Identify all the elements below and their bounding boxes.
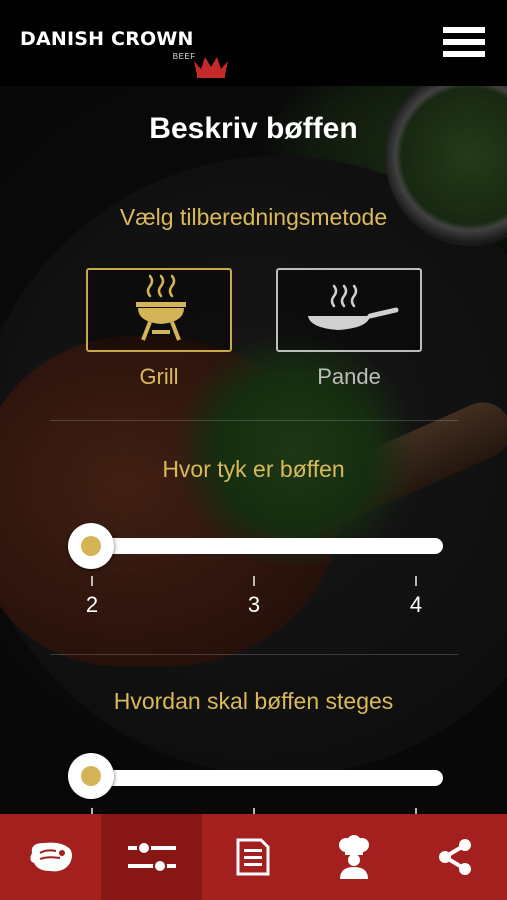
hamburger-line <box>443 39 485 45</box>
divider <box>50 420 458 421</box>
sliders-icon <box>127 841 176 873</box>
brand-logo[interactable]: DANISH CROWN BEEF <box>20 28 228 78</box>
thickness-tick <box>415 576 417 586</box>
grill-icon <box>136 274 186 341</box>
steak-icon <box>29 842 72 872</box>
share-icon <box>438 839 471 875</box>
thickness-tick-label: 4 <box>409 592 423 617</box>
tab-document[interactable] <box>202 814 303 900</box>
doneness-slider-track[interactable] <box>80 770 443 786</box>
menu-button[interactable] <box>443 27 485 59</box>
hamburger-line <box>443 51 485 57</box>
chef-icon <box>338 835 369 879</box>
tab-steak[interactable] <box>0 814 101 900</box>
method-grill-label: Grill <box>139 364 179 389</box>
doneness-slider-knob[interactable] <box>68 753 114 799</box>
divider <box>50 654 458 655</box>
hamburger-icon <box>443 27 485 33</box>
pan-icon <box>308 284 399 330</box>
tab-settings[interactable] <box>101 814 202 900</box>
thickness-slider-knob[interactable] <box>68 523 114 569</box>
thickness-tick <box>91 576 93 586</box>
document-icon <box>236 838 269 876</box>
page-title: Beskriv bøffen <box>149 112 358 145</box>
thickness-tick <box>253 576 255 586</box>
crown-icon <box>194 57 228 78</box>
thickness-tick-label: 3 <box>247 592 261 617</box>
bottom-tab-bar <box>0 814 507 900</box>
method-pan-button[interactable] <box>276 268 422 352</box>
brand-name: DANISH CROWN <box>20 28 194 50</box>
thickness-slider-track[interactable] <box>80 538 443 554</box>
steak-form: Beskriv bøffen Vælg tilberedningsmetode … <box>0 86 507 814</box>
thickness-label: Hvor tyk er bøffen <box>162 456 345 482</box>
tab-chef[interactable] <box>303 814 404 900</box>
cooking-method-label: Vælg tilberedningsmetode <box>119 204 388 230</box>
tab-share[interactable] <box>404 814 505 900</box>
doneness-label: Hvordan skal bøffen steges <box>113 688 394 714</box>
thickness-tick-label: 2 <box>85 592 99 617</box>
app-header: DANISH CROWN BEEF <box>0 0 507 86</box>
method-pan-label: Pande <box>317 364 381 389</box>
method-grill-button[interactable] <box>86 268 232 352</box>
